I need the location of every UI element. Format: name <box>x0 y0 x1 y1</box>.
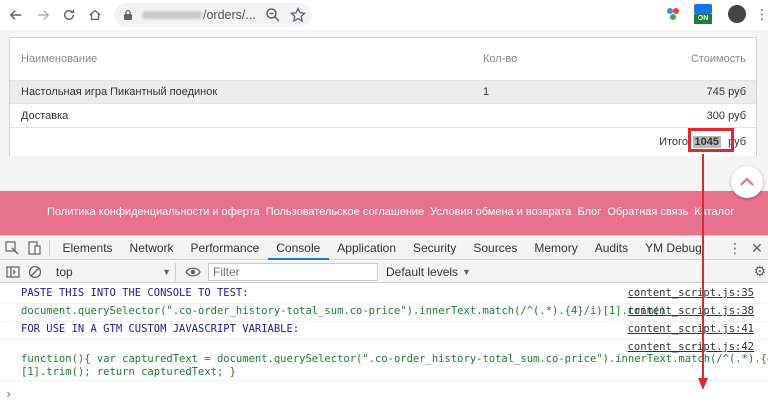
devtools-panel: Elements Network Performance Console App… <box>0 235 768 405</box>
footer-link[interactable]: Каталог <box>694 206 734 218</box>
extension-on-badge: ON <box>694 14 712 24</box>
dropdown-arrow-icon: ▼ <box>462 266 471 277</box>
console-toolbar: top ▼ Default levels ▼ ⚙ <box>0 261 768 283</box>
tab-sources[interactable]: Sources <box>465 236 526 260</box>
devtools-tabbar: Elements Network Performance Console App… <box>0 236 768 260</box>
header-price: Стоимость <box>690 53 746 65</box>
tab-application[interactable]: Application <box>329 236 405 260</box>
console-message: PASTE THIS INTO THE CONSOLE TO TEST: <box>21 287 249 299</box>
filter-input[interactable] <box>208 262 378 281</box>
total-row: Итого: 1045 руб <box>10 128 756 156</box>
device-toolbar-icon[interactable] <box>23 237 45 259</box>
tab-network[interactable]: Network <box>121 236 182 260</box>
tab-performance[interactable]: Performance <box>182 236 268 260</box>
tab-elements[interactable]: Elements <box>54 236 121 260</box>
table-row: Доставка 300 руб <box>10 104 756 128</box>
chevron-up-icon <box>740 177 754 186</box>
profile-avatar[interactable] <box>728 5 746 23</box>
console-message: [1].trim(); return capturedText; } <box>21 366 236 378</box>
url-path: /orders/... <box>203 8 256 22</box>
item-name: Настольная игра Пикантный поединок <box>21 86 218 98</box>
footer-link[interactable]: Пользовательское соглашение <box>266 206 424 218</box>
home-icon[interactable] <box>83 3 107 27</box>
console-line: PASTE THIS INTO THE CONSOLE TO TEST: con… <box>0 287 768 304</box>
scroll-top-button[interactable] <box>731 166 763 198</box>
console-line: FOR USE IN A GTM CUSTOM JAVASCRIPT VARIA… <box>0 323 768 340</box>
lock-icon <box>124 9 132 20</box>
delivery-name: Доставка <box>21 109 69 122</box>
footer-link[interactable]: Политика конфиденциальности и оферта <box>47 206 260 218</box>
levels-label: Default levels <box>386 264 459 279</box>
table-row: Настольная игра Пикантный поединок 1 745… <box>10 81 756 104</box>
site-footer: Политика конфиденциальности и оферта Пол… <box>0 191 768 235</box>
tab-security[interactable]: Security <box>405 236 465 260</box>
delivery-price: 300 руб <box>706 109 746 122</box>
footer-links: Политика конфиденциальности и оферта Пол… <box>47 206 734 218</box>
more-options-icon[interactable]: ⋮ <box>724 237 746 259</box>
console-source-link[interactable]: content_script.js:38 <box>628 305 754 317</box>
zoom-icon[interactable] <box>265 7 281 23</box>
forward-icon[interactable] <box>31 3 55 27</box>
footer-link[interactable]: Блог <box>578 206 602 218</box>
header-name: Наименование <box>21 53 98 65</box>
console-line: document.querySelector(".co-order_histor… <box>0 305 768 322</box>
close-icon[interactable]: ✕ <box>746 237 768 259</box>
header-qty: Кол-во <box>483 53 518 65</box>
footer-link[interactable]: Условия обмена и возврата <box>430 206 571 218</box>
item-price: 745 руб <box>706 86 746 98</box>
tab-audits[interactable]: Audits <box>586 236 636 260</box>
console-prompt-icon[interactable]: › <box>5 387 12 401</box>
console-message: function(){ var capturedText = document.… <box>21 353 768 365</box>
address-bar[interactable]: /orders/... <box>114 3 312 27</box>
tab-ym-debug[interactable]: YM Debug <box>637 236 711 260</box>
menu-icon[interactable]: ⋮ <box>755 7 768 21</box>
bookmark-star-icon[interactable] <box>290 7 306 23</box>
console-message: document.querySelector(".co-order_histor… <box>21 305 666 317</box>
context-select[interactable]: top ▼ <box>52 262 176 281</box>
clear-console-icon[interactable] <box>24 261 46 283</box>
reload-icon[interactable] <box>57 3 81 27</box>
console-source-link[interactable]: content_script.js:41 <box>628 323 754 335</box>
page-content: Наименование Кол-во Стоимость Настольная… <box>0 30 768 235</box>
inspect-element-icon[interactable] <box>1 237 23 259</box>
total-highlight-box <box>688 128 734 152</box>
footer-link[interactable]: Обратная связь <box>607 206 688 218</box>
extension-on-icon[interactable]: ON <box>694 4 712 24</box>
divider <box>49 239 50 256</box>
console-settings-icon[interactable]: ⚙ <box>753 263 766 280</box>
extension-tag-icon[interactable] <box>665 6 681 22</box>
order-table: Наименование Кол-во Стоимость Настольная… <box>9 37 757 156</box>
console-source-link[interactable]: content_script.js:42 <box>628 341 754 353</box>
item-qty: 1 <box>483 86 490 98</box>
back-icon[interactable] <box>4 3 28 27</box>
console-source-link[interactable]: content_script.js:35 <box>628 287 754 299</box>
blurred-domain <box>142 11 202 19</box>
dropdown-arrow-icon: ▼ <box>162 266 171 277</box>
console-message: FOR USE IN A GTM CUSTOM JAVASCRIPT VARIA… <box>21 323 300 335</box>
live-expression-eye-icon[interactable] <box>182 261 204 283</box>
context-value: top <box>56 264 73 279</box>
log-levels-dropdown[interactable]: Default levels ▼ <box>386 265 471 279</box>
console-output: PASTE THIS INTO THE CONSOLE TO TEST: con… <box>0 284 768 405</box>
tab-memory[interactable]: Memory <box>526 236 586 260</box>
browser-toolbar: /orders/... ON ⋮ <box>0 0 768 30</box>
tab-console[interactable]: Console <box>267 236 329 260</box>
sidebar-toggle-icon[interactable] <box>2 261 24 283</box>
console-line: content_script.js:42 function(){ var cap… <box>0 341 768 381</box>
table-header: Наименование Кол-во Стоимость <box>10 38 756 81</box>
devtools-controls: ⋮ ✕ <box>724 236 768 260</box>
total-label: Итого: <box>659 136 691 148</box>
